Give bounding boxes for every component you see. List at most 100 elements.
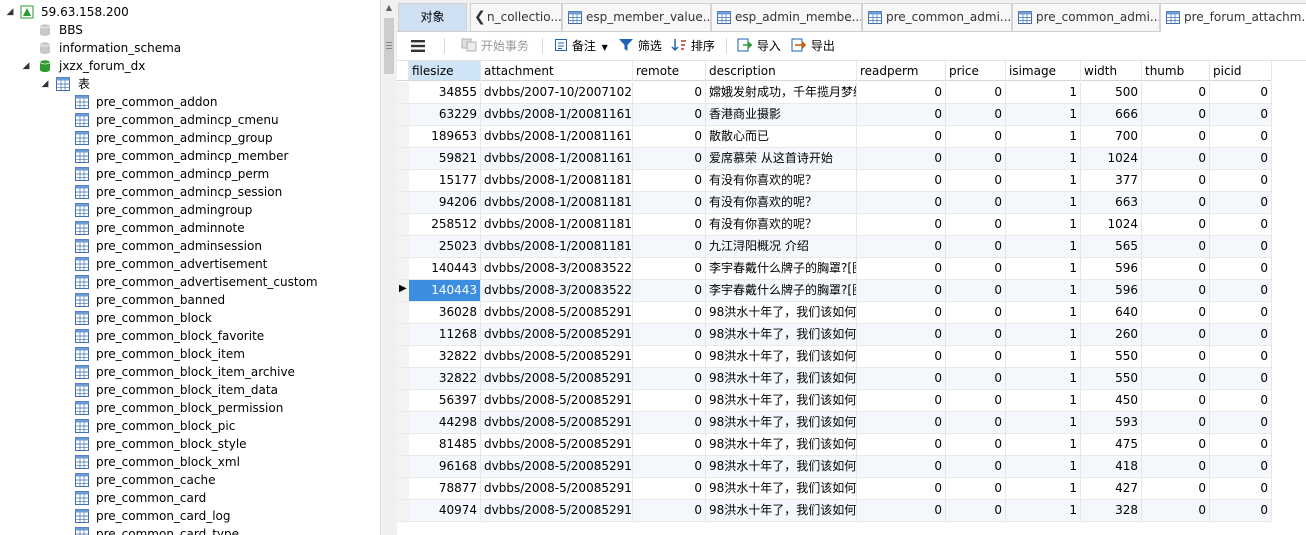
cell-description[interactable]: 散散心而已 [706,126,857,148]
column-header-remote[interactable]: remote [633,61,706,81]
cell-attachment[interactable]: dvbbs/2008-1/200811613 [481,148,633,170]
cell-isimage[interactable]: 1 [1006,500,1081,522]
table-row[interactable]: 32822 dvbbs/2008-5/200852913 0 98洪水十年了，我们该如… [397,346,1272,368]
tab-table[interactable]: pre_forum_attachm... [1160,3,1306,32]
tree-node-table[interactable]: pre_common_card [0,489,370,507]
scrollbar-thumb[interactable] [384,18,394,74]
cell-attachment[interactable]: dvbbs/2008-5/200852913 [481,368,633,390]
cell-description[interactable]: 98洪水十年了，我们该如何纪 [706,500,857,522]
tree-node-table[interactable]: pre_common_card_type [0,525,370,535]
cell-isimage[interactable]: 1 [1006,214,1081,236]
table-row[interactable]: 36028 dvbbs/2008-5/200852913 0 98洪水十年了，我们该如… [397,302,1272,324]
cell-readperm[interactable]: 0 [857,412,946,434]
cell-thumb[interactable]: 0 [1142,390,1210,412]
cell-price[interactable]: 0 [946,104,1006,126]
column-header-filesize[interactable]: filesize [409,61,481,81]
table-row[interactable]: 40974 dvbbs/2008-5/200852913 0 98洪水十年了，我们该如… [397,500,1272,522]
cell-isimage[interactable]: 1 [1006,434,1081,456]
cell-width[interactable]: 377 [1081,170,1142,192]
cell-remote[interactable]: 0 [633,500,706,522]
chevron-left-icon[interactable]: ❮ [474,4,486,31]
cell-remote[interactable]: 0 [633,368,706,390]
table-row[interactable]: 44298 dvbbs/2008-5/200852913 0 98洪水十年了，我们该如… [397,412,1272,434]
cell-width[interactable]: 666 [1081,104,1142,126]
cell-remote[interactable]: 0 [633,390,706,412]
cell-readperm[interactable]: 0 [857,236,946,258]
row-indicator[interactable] [397,478,409,500]
cell-picid[interactable]: 0 [1210,82,1272,104]
cell-readperm[interactable]: 0 [857,346,946,368]
cell-attachment[interactable]: dvbbs/2008-5/200852913 [481,456,633,478]
row-indicator[interactable] [397,192,409,214]
row-indicator[interactable] [397,214,409,236]
collapse-arrow-icon[interactable]: ◢ [21,57,31,75]
cell-readperm[interactable]: 0 [857,324,946,346]
tree-node-table[interactable]: pre_common_admincp_perm [0,165,370,183]
table-row[interactable]: 34855 dvbbs/2007-10/20071026 0 嫦娥发射成功，千年揽月梦… [397,82,1272,104]
row-indicator[interactable]: ▶ [397,280,409,302]
cell-thumb[interactable]: 0 [1142,478,1210,500]
tab-table[interactable]: esp_admin_membe... [711,3,862,31]
cell-readperm[interactable]: 0 [857,500,946,522]
cell-picid[interactable]: 0 [1210,236,1272,258]
cell-price[interactable]: 0 [946,280,1006,302]
cell-isimage[interactable]: 1 [1006,412,1081,434]
row-indicator[interactable] [397,104,409,126]
row-indicator[interactable] [397,236,409,258]
cell-picid[interactable]: 0 [1210,456,1272,478]
cell-filesize[interactable]: 189653 [409,126,481,148]
begin-transaction-button[interactable]: 开始事务 [461,36,529,56]
cell-isimage[interactable]: 1 [1006,280,1081,302]
cell-attachment[interactable]: dvbbs/2008-1/200811814 [481,236,633,258]
row-indicator[interactable] [397,302,409,324]
cell-price[interactable]: 0 [946,500,1006,522]
cell-filesize[interactable]: 56397 [409,390,481,412]
column-header-thumb[interactable]: thumb [1142,61,1210,81]
table-row[interactable]: 78877 dvbbs/2008-5/200852913 0 98洪水十年了，我们该如… [397,478,1272,500]
tree-node-table[interactable]: pre_common_card_log [0,507,370,525]
cell-width[interactable]: 1024 [1081,148,1142,170]
cell-attachment[interactable]: dvbbs/2008-5/200852913 [481,302,633,324]
cell-remote[interactable]: 0 [633,456,706,478]
cell-price[interactable]: 0 [946,258,1006,280]
row-indicator[interactable] [397,126,409,148]
cell-price[interactable]: 0 [946,324,1006,346]
cell-isimage[interactable]: 1 [1006,390,1081,412]
cell-filesize[interactable]: 25023 [409,236,481,258]
cell-remote[interactable]: 0 [633,412,706,434]
cell-thumb[interactable]: 0 [1142,324,1210,346]
cell-thumb[interactable]: 0 [1142,148,1210,170]
cell-attachment[interactable]: dvbbs/2008-1/200811613 [481,104,633,126]
tree-node-table[interactable]: pre_common_adminsession [0,237,370,255]
cell-picid[interactable]: 0 [1210,258,1272,280]
tree-node-table[interactable]: pre_common_admincp_member [0,147,370,165]
row-indicator[interactable] [397,346,409,368]
cell-width[interactable]: 593 [1081,412,1142,434]
cell-width[interactable]: 550 [1081,346,1142,368]
row-indicator[interactable] [397,82,409,104]
cell-filesize[interactable]: 36028 [409,302,481,324]
cell-readperm[interactable]: 0 [857,434,946,456]
cell-thumb[interactable]: 0 [1142,346,1210,368]
cell-attachment[interactable]: dvbbs/2008-5/200852913 [481,324,633,346]
cell-price[interactable]: 0 [946,126,1006,148]
cell-price[interactable]: 0 [946,192,1006,214]
row-indicator[interactable] [397,368,409,390]
cell-picid[interactable]: 0 [1210,192,1272,214]
row-indicator[interactable] [397,456,409,478]
cell-picid[interactable]: 0 [1210,368,1272,390]
cell-remote[interactable]: 0 [633,170,706,192]
tree-node-table[interactable]: pre_common_admincp_cmenu [0,111,370,129]
cell-picid[interactable]: 0 [1210,302,1272,324]
column-header-isimage[interactable]: isimage [1006,61,1081,81]
cell-filesize[interactable]: 34855 [409,82,481,104]
row-indicator[interactable] [397,148,409,170]
column-header-width[interactable]: width [1081,61,1142,81]
cell-attachment[interactable]: dvbbs/2008-1/200811812 [481,214,633,236]
cell-thumb[interactable]: 0 [1142,434,1210,456]
row-indicator[interactable] [397,390,409,412]
tree-node-table[interactable]: pre_common_admingroup [0,201,370,219]
cell-price[interactable]: 0 [946,456,1006,478]
cell-isimage[interactable]: 1 [1006,82,1081,104]
cell-thumb[interactable]: 0 [1142,170,1210,192]
